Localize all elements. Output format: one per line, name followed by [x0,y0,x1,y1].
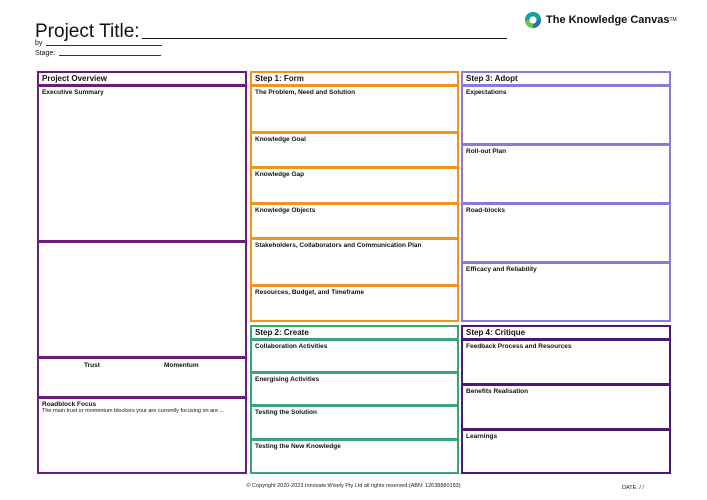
step1-section[interactable]: Knowledge Goal [250,132,459,168]
trust-label: Trust [84,362,100,369]
copyright-footer: © Copyright 2020-2023 Innovate Wisely Pt… [246,483,461,489]
step3-header: Step 3: Adopt [461,71,671,86]
step4-header: Step 4: Critique [461,325,671,340]
step3-section[interactable]: Efficacy and Reliability [461,262,671,322]
step1-section[interactable]: Knowledge Gap [250,167,459,204]
project-overview-header: Project Overview [37,71,247,86]
swirl-logo-icon [524,11,542,29]
step1-section[interactable]: Knowledge Objects [250,203,459,239]
momentum-label: Momentum [164,362,199,369]
step3-section[interactable]: Roll-out Plan [461,144,671,204]
step1-section[interactable]: Resources, Budget, and Timeframe [250,285,459,322]
brand-logo: The Knowledge Canvas TM [524,11,677,29]
step2-section[interactable]: Energising Activities [250,372,459,406]
by-input[interactable] [46,39,163,46]
by-field: by [35,39,163,47]
trust-momentum-box[interactable]: Trust Momentum [37,357,247,398]
step2-section[interactable]: Testing the Solution [250,405,459,440]
roadblock-focus-box[interactable]: Roadblock Focus The main trust or moment… [37,397,247,474]
step1-section[interactable]: The Problem, Need and Solution [250,85,459,133]
stage-field: Stage: [35,49,162,57]
step1-section[interactable]: Stakeholders, Collaborators and Communic… [250,238,459,286]
brand-name: The Knowledge Canvas [546,14,670,26]
date-field[interactable]: DATE: / / [622,485,644,491]
step1-header: Step 1: Form [250,71,459,86]
step4-section[interactable]: Learnings [461,429,671,474]
project-title-input[interactable] [141,20,507,39]
step2-section[interactable]: Testing the New Knowledge [250,439,459,474]
overview-notes-box[interactable] [37,241,247,358]
stage-input[interactable] [59,49,162,56]
step2-section[interactable]: Collaboration Activities [250,339,459,373]
step3-section[interactable]: Expectations [461,85,671,145]
step2-header: Step 2: Create [250,325,459,340]
step4-section[interactable]: Benefits Realisation [461,384,671,430]
step3-section[interactable]: Road-blocks [461,203,671,263]
executive-summary-box[interactable]: Executive Summary [37,85,247,242]
roadblock-description: The main trust or momentum blockers your… [42,408,225,414]
step4-section[interactable]: Feedback Process and Resources [461,339,671,385]
